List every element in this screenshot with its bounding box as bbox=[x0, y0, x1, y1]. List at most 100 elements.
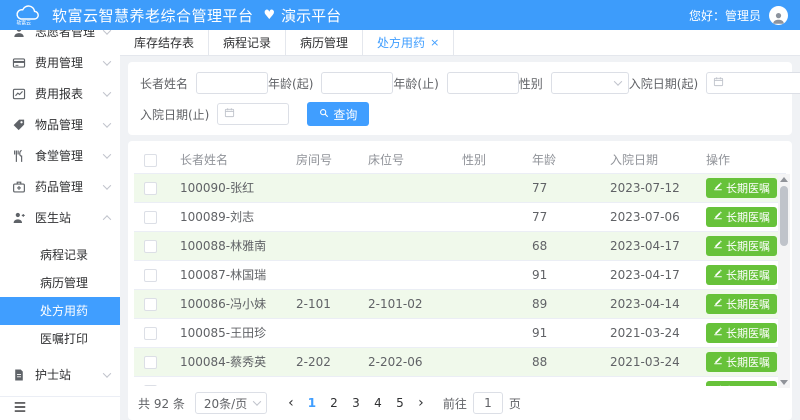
page-number-1[interactable]: 1 bbox=[301, 396, 323, 410]
sidebar-subitem-course-record[interactable]: 病程记录 bbox=[0, 241, 120, 269]
app-window: 软富云 软富云智慧养老综合管理平台 ♥ 演示平台 您好：管理员 志愿者管理费用管… bbox=[0, 0, 800, 420]
sidebar-subitem-order-print[interactable]: 医嘱打印 bbox=[0, 325, 120, 353]
tag-icon bbox=[12, 118, 26, 132]
search-field-label: 年龄(止) bbox=[393, 75, 438, 92]
cell-sex bbox=[452, 202, 522, 231]
row-checkbox[interactable] bbox=[144, 211, 157, 224]
table-row: 100084-蔡秀英2-2022-202-06882021-03-24长期医嘱临… bbox=[134, 347, 786, 376]
tab-bar: 库存结存表病程记录病历管理处方用药× bbox=[120, 30, 800, 56]
action-button-label: 长期医嘱 bbox=[726, 267, 770, 283]
edit-icon bbox=[713, 355, 723, 368]
page-number-4[interactable]: 4 bbox=[367, 396, 389, 410]
search-field-age-to: 年龄(止) bbox=[393, 72, 518, 94]
doctor-icon bbox=[12, 211, 26, 225]
row-checkbox[interactable] bbox=[144, 182, 157, 195]
cell-room bbox=[286, 318, 358, 347]
elder-name-input[interactable] bbox=[196, 72, 268, 94]
next-page-button[interactable]: › bbox=[411, 395, 431, 411]
elders-table: 长者姓名房间号床位号性别年龄入院日期操作 100090-张红772023-07-… bbox=[134, 147, 786, 386]
cell-age: 91 bbox=[522, 260, 600, 289]
cell-actions: 长期医嘱临时医嘱既往病史 bbox=[696, 173, 786, 202]
age-to-input[interactable] bbox=[447, 72, 519, 94]
tab-medical-record[interactable]: 病历管理 bbox=[286, 30, 363, 55]
goto-label: 前往 bbox=[443, 395, 467, 412]
cell-date: 2023-04-14 bbox=[600, 289, 696, 318]
long-term-order-button[interactable]: 长期医嘱 bbox=[706, 352, 777, 372]
cell-room: 2-202 bbox=[286, 347, 358, 376]
chevron-down-icon bbox=[253, 397, 261, 405]
row-checkbox-cell bbox=[134, 289, 170, 318]
sidebar-item-goods[interactable]: 物品管理 bbox=[0, 109, 120, 140]
cell-name: 100085-王田珍 bbox=[170, 318, 286, 347]
cell-age: 77 bbox=[522, 202, 600, 231]
goto-page-input[interactable] bbox=[473, 392, 503, 414]
sidebar-item-label: 物品管理 bbox=[35, 116, 104, 133]
scrollbar-thumb[interactable] bbox=[780, 186, 788, 246]
long-term-order-button[interactable]: 长期医嘱 bbox=[706, 294, 777, 314]
sidebar-item-fee[interactable]: 费用管理 bbox=[0, 47, 120, 78]
long-term-order-button[interactable]: 长期医嘱 bbox=[706, 236, 777, 256]
admit-date-from-input[interactable] bbox=[706, 72, 800, 94]
sidebar-item-volunteer[interactable]: 志愿者管理 bbox=[0, 30, 120, 47]
cell-date: 2023-07-12 bbox=[600, 173, 696, 202]
cell-room bbox=[286, 173, 358, 202]
search-field-sex: 性别 bbox=[519, 72, 629, 94]
prev-page-button[interactable]: ‹ bbox=[281, 395, 301, 411]
long-term-order-button[interactable]: 长期医嘱 bbox=[706, 207, 777, 227]
search-button[interactable]: 查询 bbox=[307, 102, 369, 126]
scroll-up-icon[interactable] bbox=[780, 177, 788, 182]
tab-prescription[interactable]: 处方用药× bbox=[363, 30, 454, 55]
sidebar-subitem-prescription[interactable]: 处方用药 bbox=[0, 297, 120, 325]
row-checkbox[interactable] bbox=[144, 385, 157, 387]
sidebar-item-doctor-station[interactable]: 医生站 bbox=[0, 202, 120, 233]
tab-course-record[interactable]: 病程记录 bbox=[209, 30, 286, 55]
collapse-sidebar-icon[interactable] bbox=[13, 400, 27, 417]
app-title: 软富云智慧养老综合管理平台 bbox=[52, 5, 254, 26]
search-field-label: 性别 bbox=[519, 75, 543, 92]
page-number-3[interactable]: 3 bbox=[345, 396, 367, 410]
row-checkbox[interactable] bbox=[144, 240, 157, 253]
row-checkbox[interactable] bbox=[144, 327, 157, 340]
long-term-order-button[interactable]: 长期医嘱 bbox=[706, 265, 777, 285]
tab-inventory-balance[interactable]: 库存结存表 bbox=[120, 30, 209, 55]
admit-date-to-input[interactable] bbox=[217, 103, 289, 125]
row-checkbox[interactable] bbox=[144, 269, 157, 282]
chart-icon bbox=[12, 87, 26, 101]
page-number-list: 12345 bbox=[301, 396, 411, 410]
page-number-5[interactable]: 5 bbox=[389, 396, 411, 410]
search-field-elder-name: 长者姓名 bbox=[140, 72, 268, 94]
row-checkbox[interactable] bbox=[144, 298, 157, 311]
page-number-2[interactable]: 2 bbox=[323, 396, 345, 410]
calendar-icon bbox=[224, 107, 235, 121]
page-size-value: 20条/页 bbox=[204, 395, 247, 412]
table-scrollbar[interactable] bbox=[778, 174, 790, 388]
sidebar-item-label: 食堂管理 bbox=[35, 147, 104, 164]
tab-close-icon[interactable]: × bbox=[430, 37, 439, 48]
cell-actions: 长期医嘱临时医嘱既往病史 bbox=[696, 202, 786, 231]
long-term-order-button[interactable]: 长期医嘱 bbox=[706, 178, 777, 198]
cell-date: 2023-07-06 bbox=[600, 202, 696, 231]
sex-select[interactable] bbox=[551, 72, 629, 94]
sidebar-item-canteen[interactable]: 食堂管理 bbox=[0, 140, 120, 171]
long-term-order-button[interactable]: 长期医嘱 bbox=[706, 381, 777, 387]
action-button-label: 长期医嘱 bbox=[726, 209, 770, 225]
sidebar-item-medicine[interactable]: 药品管理 bbox=[0, 171, 120, 202]
search-icon bbox=[319, 107, 329, 121]
scroll-down-icon[interactable] bbox=[780, 380, 788, 385]
age-from-input[interactable] bbox=[321, 72, 393, 94]
select-all-checkbox[interactable] bbox=[144, 154, 157, 167]
table-header-row: 长者姓名房间号床位号性别年龄入院日期操作 bbox=[134, 147, 786, 173]
sidebar-item-nurse-station[interactable]: 护士站 bbox=[0, 359, 120, 390]
sidebar-subitem-medical-record[interactable]: 病历管理 bbox=[0, 269, 120, 297]
long-term-order-button[interactable]: 长期医嘱 bbox=[706, 323, 777, 343]
sidebar-item-fee-report[interactable]: 费用报表 bbox=[0, 78, 120, 109]
tab-label: 病历管理 bbox=[300, 34, 348, 51]
edit-icon bbox=[713, 181, 723, 194]
cell-actions: 长期医嘱临时医嘱既往病史 bbox=[696, 376, 786, 386]
edit-icon bbox=[713, 239, 723, 252]
search-field-admit-date-to: 入院日期(止) bbox=[140, 103, 289, 125]
user-avatar[interactable] bbox=[769, 6, 788, 25]
search-button-label: 查询 bbox=[333, 106, 357, 123]
page-size-select[interactable]: 20条/页 bbox=[195, 392, 267, 414]
row-checkbox[interactable] bbox=[144, 356, 157, 369]
